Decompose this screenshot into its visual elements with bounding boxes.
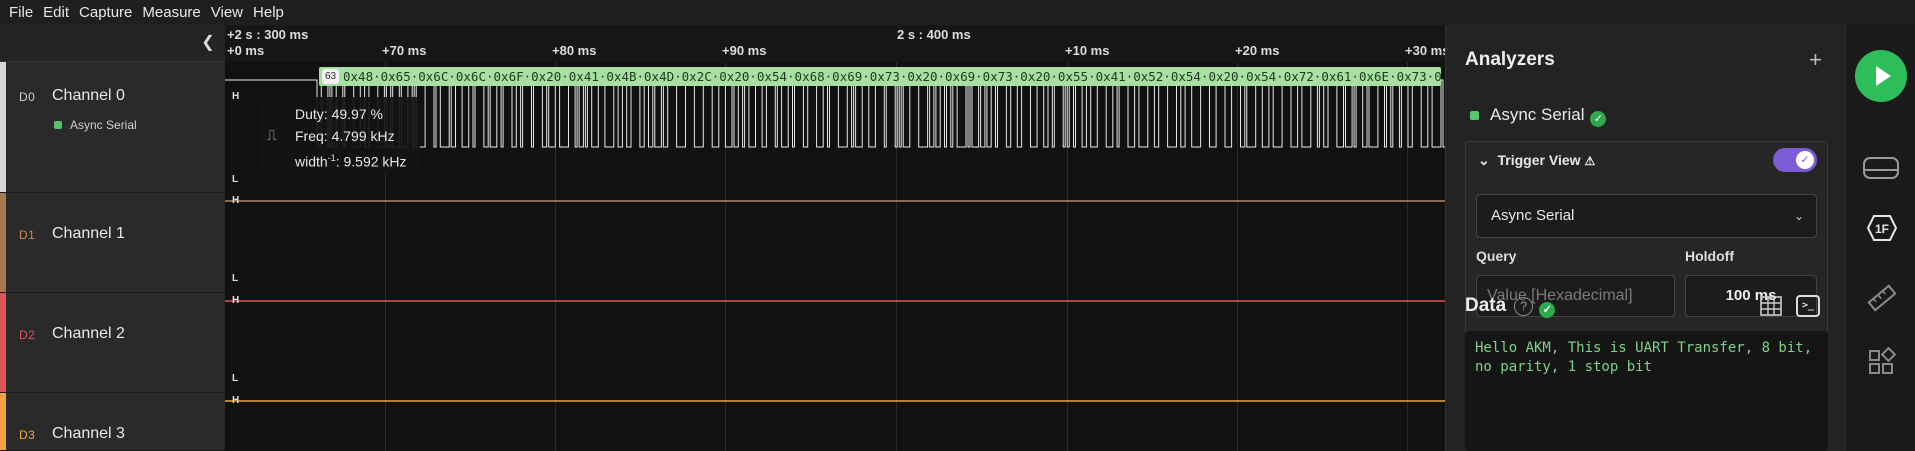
holdoff-label: Holdoff xyxy=(1685,248,1734,264)
channel-index: D3 xyxy=(19,428,36,442)
width-sup: -1 xyxy=(327,153,336,163)
decoded-bytes-bar[interactable]: 63 0x48·0x65·0x6C·0x6C·0x6F·0x20·0x41·0x… xyxy=(319,67,1441,86)
menu-edit[interactable]: Edit xyxy=(38,0,74,25)
decoded-count-badge: 63 xyxy=(322,69,339,84)
menu-help[interactable]: Help xyxy=(248,0,289,25)
menu-bar: File Edit Capture Measure View Help xyxy=(0,0,1915,25)
level-low-marker: L xyxy=(232,273,239,284)
trigger-view-title: Trigger View xyxy=(1497,152,1581,168)
start-capture-button[interactable] xyxy=(1855,50,1907,102)
table-view-icon[interactable] xyxy=(1759,295,1783,317)
waveform-area[interactable]: +2 s : 300 ms +0 ms 2 s : 400 ms +70 ms … xyxy=(225,25,1445,451)
ruler-icon[interactable] xyxy=(1866,283,1898,313)
measurement-tooltip: ⎍ Duty: 49.97 % Freq: 4.799 kHz width-1:… xyxy=(260,97,420,174)
add-analyzer-button[interactable]: + xyxy=(1809,47,1822,73)
trigger-view-toggle[interactable]: ✓ xyxy=(1773,148,1817,172)
level-low-marker: L xyxy=(232,174,239,185)
device-icon[interactable] xyxy=(1862,153,1900,183)
analyzer-color-dot xyxy=(1470,111,1479,120)
check-icon: ✓ xyxy=(1796,151,1814,169)
menu-view[interactable]: View xyxy=(206,0,248,25)
help-icon[interactable]: ? xyxy=(1514,297,1534,316)
warning-icon: ⚠ xyxy=(1584,154,1596,168)
analyzer-tag-label: Async Serial xyxy=(70,118,137,132)
data-section-title: Data? ✓ xyxy=(1465,295,1556,318)
waveform-traces xyxy=(225,79,1445,402)
channel-index: D0 xyxy=(19,90,36,104)
channel-color-stripe xyxy=(0,293,6,392)
level-low-marker: L xyxy=(232,373,239,384)
menu-capture[interactable]: Capture xyxy=(74,0,137,25)
channel-name[interactable]: Channel 2 xyxy=(52,325,125,343)
channel-row-2[interactable]: D2 Channel 2 xyxy=(0,293,225,393)
check-icon: ✓ xyxy=(1590,111,1607,127)
data-title-text: Data xyxy=(1465,295,1507,316)
width-value: : 9.592 kHz xyxy=(335,153,407,170)
collapse-sidebar-icon[interactable]: ❮ xyxy=(198,33,218,53)
menu-file[interactable]: File xyxy=(4,0,38,25)
check-icon: ✓ xyxy=(1539,302,1556,318)
level-high-marker: H xyxy=(232,295,240,306)
chevron-down-icon: ⌄ xyxy=(1793,209,1804,223)
channel-color-stripe xyxy=(0,62,6,192)
channel-list: D0 Channel 0 Async Serial D1 Channel 1 D… xyxy=(0,62,225,451)
trigger-view-header[interactable]: ⌄ Trigger View ⚠ xyxy=(1478,152,1595,169)
analyzer-color-dot xyxy=(54,121,62,129)
level-high-marker: H xyxy=(232,195,240,206)
level-high-marker: H xyxy=(232,395,240,406)
svg-text:1F: 1F xyxy=(1875,222,1889,236)
channel-analyzer-tag: Async Serial xyxy=(54,118,137,132)
freq-readout: Freq: 4.799 kHz xyxy=(295,128,395,144)
select-value: Async Serial xyxy=(1491,207,1575,224)
width-readout: width-1: 9.592 kHz xyxy=(295,147,420,173)
channel-index: D2 xyxy=(19,328,36,342)
trigger-analyzer-select[interactable]: Async Serial ⌄ xyxy=(1476,194,1817,238)
channel-color-stripe xyxy=(0,393,6,450)
channel-index: D1 xyxy=(19,228,36,242)
analyzer-item-async-serial[interactable]: Async Serial ✓ xyxy=(1470,105,1607,127)
decoded-bytes-text: 0x48·0x65·0x6C·0x6C·0x6F·0x20·0x41·0x4B·… xyxy=(343,69,1441,84)
channel-name[interactable]: Channel 1 xyxy=(52,225,125,243)
channel-color-stripe xyxy=(0,193,6,292)
terminal-view-icon[interactable]: >_ xyxy=(1796,295,1820,317)
pulse-icon: ⎍ xyxy=(267,127,277,143)
width-prefix: width xyxy=(295,153,328,170)
analyzer-name: Async Serial xyxy=(1490,105,1585,124)
channel-name[interactable]: Channel 3 xyxy=(52,425,125,443)
analyzers-icon[interactable]: 1F xyxy=(1866,213,1898,243)
chevron-down-icon: ⌄ xyxy=(1478,152,1490,168)
extensions-icon[interactable] xyxy=(1866,347,1898,377)
right-toolbar: 1F xyxy=(1845,25,1915,451)
analyzers-panel: Analyzers + Async Serial ✓ ⌄ Trigger View… xyxy=(1445,25,1845,451)
logic-analyzer-window: File Edit Capture Measure View Help ❮ D0… xyxy=(0,0,1915,451)
query-label: Query xyxy=(1476,248,1517,264)
menu-measure[interactable]: Measure xyxy=(137,0,205,25)
channel-row-0[interactable]: D0 Channel 0 Async Serial xyxy=(0,62,225,193)
channel-name[interactable]: Channel 0 xyxy=(52,87,125,105)
channel-row-1[interactable]: D1 Channel 1 xyxy=(0,193,225,293)
level-high-marker: H xyxy=(232,91,240,102)
duty-readout: Duty: 49.97 % xyxy=(295,106,383,122)
channel-row-3[interactable]: D3 Channel 3 xyxy=(0,393,225,451)
terminal-output[interactable]: Hello AKM, This is UART Transfer, 8 bit,… xyxy=(1465,331,1828,451)
channel-list-header: ❮ xyxy=(0,25,225,62)
analyzers-title: Analyzers xyxy=(1465,49,1555,70)
